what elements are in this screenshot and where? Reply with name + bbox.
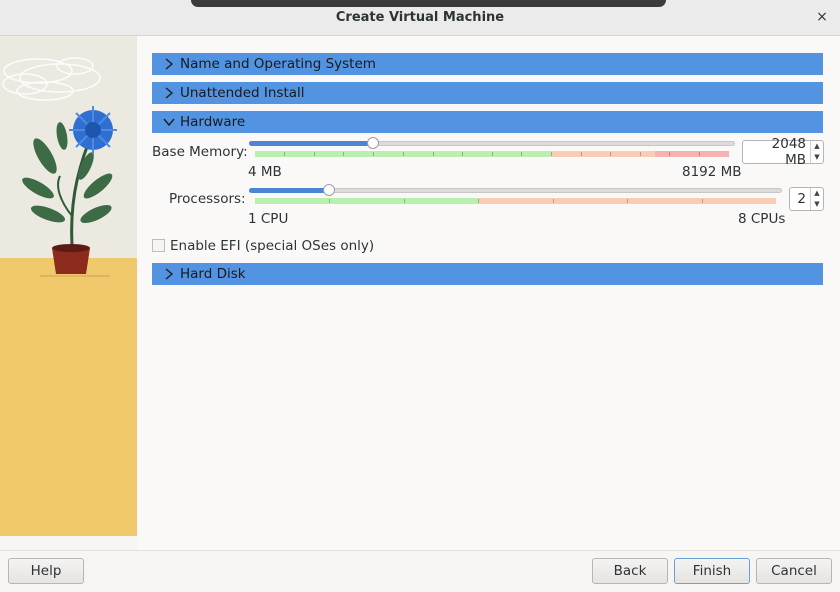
back-button[interactable]: Back [592, 558, 668, 584]
processors-spinbox[interactable]: 2 ▲ ▼ [789, 187, 824, 211]
memory-scale-red [655, 151, 729, 157]
memory-spinbox[interactable]: 2048 MB ▲ ▼ [742, 136, 824, 168]
processors-label: Processors: [169, 191, 246, 207]
efi-checkbox[interactable] [152, 239, 165, 252]
tick [403, 152, 404, 156]
memory-max-label: 8192 MB [682, 164, 742, 180]
section-name-os[interactable]: Name and Operating System [152, 53, 823, 75]
tick [343, 152, 344, 156]
tick [581, 152, 582, 156]
section-unattended-install[interactable]: Unattended Install [152, 82, 823, 104]
processors-min-label: 1 CPU [248, 211, 289, 227]
tick [702, 199, 703, 203]
title-handle [191, 0, 666, 7]
memory-min-label: 4 MB [248, 164, 282, 180]
memory-value: 2048 MB [771, 136, 806, 168]
chevron-right-icon [165, 58, 174, 70]
title-bar: Create Virtual Machine × [0, 0, 840, 36]
processors-scale-bar [255, 198, 776, 204]
section-label: Unattended Install [180, 85, 305, 101]
spin-up-icon[interactable]: ▲ [811, 141, 823, 152]
tick [492, 152, 493, 156]
section-hardware[interactable]: Hardware [152, 111, 823, 133]
memory-scale-bar [255, 151, 729, 157]
processors-spin-arrows[interactable]: ▲ ▼ [810, 188, 823, 210]
tick [329, 199, 330, 203]
processors-scale-green [255, 198, 479, 204]
tick [640, 152, 641, 156]
tick [551, 152, 552, 156]
tick [478, 199, 479, 203]
chevron-right-icon [165, 268, 174, 280]
spin-down-icon[interactable]: ▼ [811, 199, 823, 210]
processors-slider-fill [249, 188, 329, 193]
chevron-right-icon [165, 87, 174, 99]
tick [627, 199, 628, 203]
spin-down-icon[interactable]: ▼ [811, 152, 823, 163]
processors-value: 2 [797, 191, 806, 207]
section-label: Hard Disk [180, 266, 246, 282]
tick [610, 152, 611, 156]
tick [521, 152, 522, 156]
efi-label[interactable]: Enable EFI (special OSes only) [170, 238, 374, 254]
memory-slider-handle[interactable] [367, 137, 379, 149]
spin-up-icon[interactable]: ▲ [811, 188, 823, 199]
window-title: Create Virtual Machine [335, 10, 505, 25]
tick [404, 199, 405, 203]
tick [433, 152, 434, 156]
tick [553, 199, 554, 203]
memory-slider-fill [249, 141, 373, 146]
base-memory-label: Base Memory: [152, 144, 248, 160]
tick [373, 152, 374, 156]
close-icon[interactable]: × [814, 9, 830, 25]
processors-max-label: 8 CPUs [738, 211, 786, 227]
section-label: Hardware [180, 114, 246, 130]
tick [699, 152, 700, 156]
wizard-illustration [0, 36, 137, 536]
tick [284, 152, 285, 156]
tick [314, 152, 315, 156]
section-label: Name and Operating System [180, 56, 376, 72]
processors-slider-handle[interactable] [323, 184, 335, 196]
section-hard-disk[interactable]: Hard Disk [152, 263, 823, 285]
help-button[interactable]: Help [8, 558, 84, 584]
tick [669, 152, 670, 156]
finish-button[interactable]: Finish [674, 558, 750, 584]
flower-pot-illustration [0, 36, 137, 536]
cancel-button[interactable]: Cancel [756, 558, 832, 584]
chevron-down-icon [163, 118, 175, 127]
memory-spin-arrows[interactable]: ▲ ▼ [810, 141, 823, 163]
tick [462, 152, 463, 156]
